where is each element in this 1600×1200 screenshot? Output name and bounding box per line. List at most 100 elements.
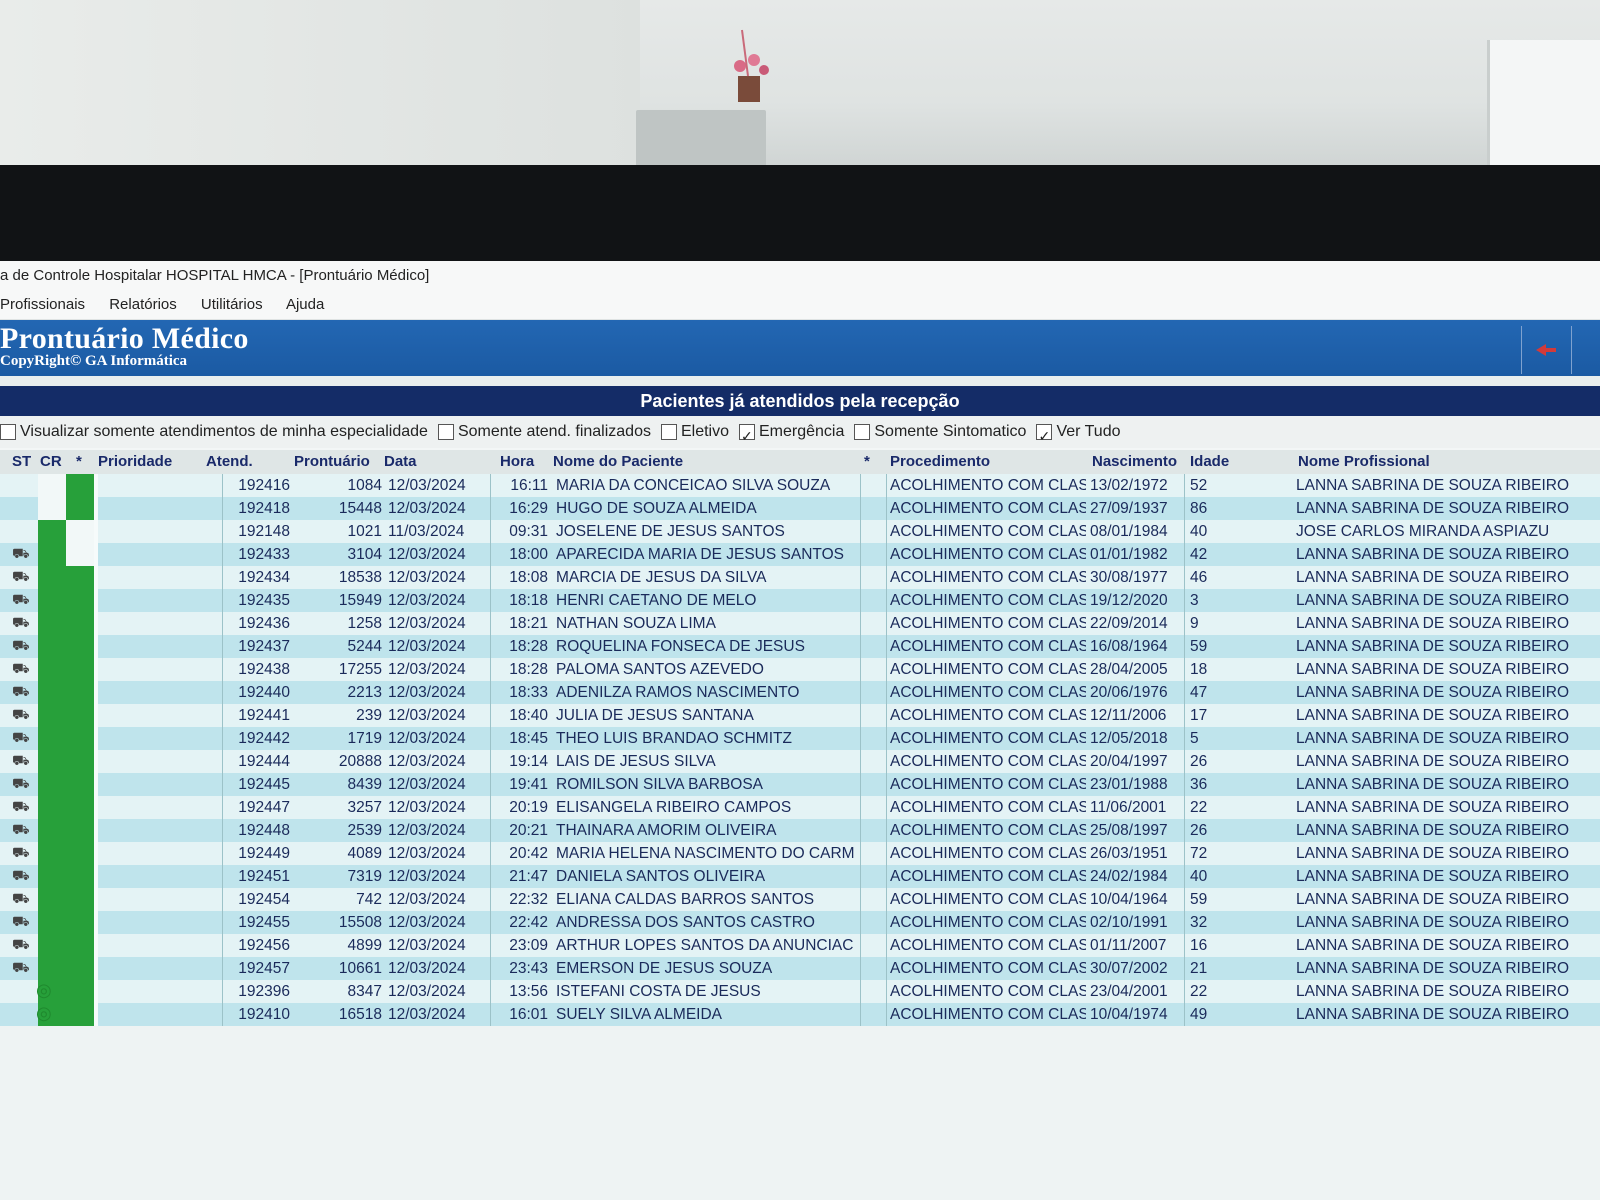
- table-row[interactable]: 192451 7319 12/03/2024 21:47 DANIELA SANTOS …: [0, 865, 1600, 888]
- cell-data: 12/03/2024: [388, 707, 466, 724]
- checkbox-checked[interactable]: [739, 420, 755, 452]
- cell-prontuario: 17255: [338, 661, 382, 678]
- table-row[interactable]: 192445 8439 12/03/2024 19:41 ROMILSON SILVA …: [0, 773, 1600, 796]
- cell-atend: 192418: [238, 500, 290, 517]
- grid-empty-area: [0, 1026, 1600, 1200]
- cell-data: 11/03/2024: [388, 523, 465, 540]
- cell-prontuario: 18538: [338, 569, 382, 586]
- cell-idade: 16: [1190, 937, 1208, 954]
- col-st[interactable]: ST: [12, 453, 31, 470]
- col-data[interactable]: Data: [384, 453, 417, 470]
- table-row[interactable]: 192396 8347 12/03/2024 13:56 ISTEFANI COSTA …: [0, 980, 1600, 1003]
- col-prontuario[interactable]: Prontuário: [294, 453, 370, 470]
- cell-procedimento: ACOLHIMENTO COM CLAS: [890, 776, 1086, 793]
- checkbox-checked[interactable]: [1036, 420, 1053, 452]
- cell-atend: 192435: [238, 592, 290, 609]
- cell-profissional: LANNA SABRINA DE SOUZA RIBEIRO: [1296, 615, 1570, 632]
- table-row[interactable]: 192448 2539 12/03/2024 20:21 THAINARA AMORIM…: [0, 819, 1600, 842]
- cell-nascimento: 01/11/2007: [1090, 937, 1167, 954]
- cell-procedimento: ACOLHIMENTO COM CLAS: [890, 960, 1086, 977]
- toolbar-button[interactable]: [1571, 326, 1600, 374]
- table-row[interactable]: 192442 1719 12/03/2024 18:45 THEO LUIS BRAND…: [0, 727, 1600, 750]
- filter-emergencia[interactable]: Emergência: [739, 416, 844, 452]
- cell-data: 12/03/2024: [388, 592, 466, 609]
- cell-atend: 192444: [238, 753, 290, 770]
- cell-nascimento: 30/08/1977: [1090, 569, 1168, 586]
- circle-status-icon: ◎: [36, 980, 52, 1000]
- menu-profissionais[interactable]: Profissionais: [0, 296, 85, 313]
- cell-hora: 19:41: [509, 776, 548, 793]
- cell-nome: MARIA HELENA NASCIMENTO DO CARM: [556, 845, 855, 862]
- col-star[interactable]: *: [76, 453, 82, 470]
- col-prioridade[interactable]: Prioridade: [98, 453, 172, 470]
- col-profissional[interactable]: Nome Profissional: [1298, 453, 1430, 470]
- cell-hora: 22:42: [509, 914, 548, 931]
- table-row[interactable]: 192456 4899 12/03/2024 23:09 ARTHUR LOPES SA…: [0, 934, 1600, 957]
- header-banner: Prontuário Médico CopyRight© GA Informát…: [0, 320, 1600, 376]
- table-row[interactable]: 192437 5244 12/03/2024 18:28 ROQUELINA FONSE…: [0, 635, 1600, 658]
- filter-ver-tudo[interactable]: Ver Tudo: [1036, 416, 1121, 452]
- table-row[interactable]: 192438 17255 12/03/2024 18:28 PALOMA SANTOS …: [0, 658, 1600, 681]
- table-row[interactable]: 192444 20888 12/03/2024 19:14 LAIS DE JESUS …: [0, 750, 1600, 773]
- col-nome[interactable]: Nome do Paciente: [553, 453, 683, 470]
- exit-button[interactable]: [1521, 326, 1570, 374]
- table-row[interactable]: 192433 3104 12/03/2024 18:00 APARECIDA MARIA…: [0, 543, 1600, 566]
- col-procedimento[interactable]: Procedimento: [890, 453, 990, 470]
- table-row[interactable]: 192436 1258 12/03/2024 18:21 NATHAN SOUZA LI…: [0, 612, 1600, 635]
- table-row[interactable]: 192455 15508 12/03/2024 22:42 ANDRESSA DOS S…: [0, 911, 1600, 934]
- table-row[interactable]: 192410 16518 12/03/2024 16:01 SUELY SILVA AL…: [0, 1003, 1600, 1026]
- filter-eletivo[interactable]: Eletivo: [660, 416, 729, 448]
- cell-nome: JOSELENE DE JESUS SANTOS: [556, 523, 785, 540]
- cell-idade: 40: [1190, 868, 1208, 885]
- table-row[interactable]: 192416 1084 12/03/2024 16:11 MARIA DA CONCEI…: [0, 474, 1600, 497]
- cell-nascimento: 20/06/1976: [1090, 684, 1168, 701]
- cell-nascimento: 26/03/1951: [1090, 845, 1168, 862]
- table-row[interactable]: 192434 18538 12/03/2024 18:08 MARCIA DE JESU…: [0, 566, 1600, 589]
- col-idade[interactable]: Idade: [1190, 453, 1229, 470]
- cell-procedimento: ACOLHIMENTO COM CLAS: [890, 615, 1086, 632]
- menu-relatorios[interactable]: Relatórios: [109, 296, 177, 313]
- cell-prontuario: 8347: [347, 983, 382, 1000]
- col-atend[interactable]: Atend.: [206, 453, 253, 470]
- table-row[interactable]: 192454 742 12/03/2024 22:32 ELIANA CALDAS BA…: [0, 888, 1600, 911]
- filter-sintomatico[interactable]: Somente Sintomatico: [854, 416, 1026, 448]
- col-hora[interactable]: Hora: [500, 453, 534, 470]
- cell-profissional: LANNA SABRINA DE SOUZA RIBEIRO: [1296, 799, 1570, 816]
- col-cr[interactable]: CR: [40, 453, 62, 470]
- filter-finalizados[interactable]: Somente atend. finalizados: [437, 416, 651, 448]
- cell-data: 12/03/2024: [388, 983, 466, 1000]
- table-row[interactable]: 192418 15448 12/03/2024 16:29 HUGO DE SOUZA …: [0, 497, 1600, 520]
- table-row[interactable]: 192457 10661 12/03/2024 23:43 EMERSON DE JES…: [0, 957, 1600, 980]
- cell-hora: 20:21: [509, 822, 548, 839]
- ambulance-icon: ⛟: [12, 729, 30, 745]
- cell-atend: 192457: [238, 960, 290, 977]
- cell-nome: NATHAN SOUZA LIMA: [556, 615, 716, 632]
- col-star2[interactable]: *: [864, 453, 870, 470]
- table-row[interactable]: 192441 239 12/03/2024 18:40 JULIA DE JESUS S…: [0, 704, 1600, 727]
- filter-minha-especialidade[interactable]: Visualizar somente atendimentos de minha…: [0, 416, 428, 448]
- cell-nascimento: 02/10/1991: [1090, 914, 1168, 931]
- checkbox[interactable]: [854, 424, 871, 440]
- cell-procedimento: ACOLHIMENTO COM CLAS: [890, 569, 1086, 586]
- menu-utilitarios[interactable]: Utilitários: [201, 296, 263, 313]
- cell-nascimento: 28/04/2005: [1090, 661, 1168, 678]
- checkbox[interactable]: [437, 424, 454, 440]
- checkbox[interactable]: [660, 424, 677, 440]
- cell-atend: 192416: [238, 477, 290, 494]
- table-row[interactable]: 192447 3257 12/03/2024 20:19 ELISANGELA RIBE…: [0, 796, 1600, 819]
- cell-idade: 86: [1190, 500, 1208, 517]
- cell-atend: 192454: [238, 891, 290, 908]
- cell-profissional: LANNA SABRINA DE SOUZA RIBEIRO: [1296, 661, 1570, 678]
- menu-ajuda[interactable]: Ajuda: [286, 296, 324, 313]
- table-row[interactable]: 192440 2213 12/03/2024 18:33 ADENILZA RAMOS …: [0, 681, 1600, 704]
- col-nascimento[interactable]: Nascimento: [1092, 453, 1177, 470]
- table-row[interactable]: 192435 15949 12/03/2024 18:18 HENRI CAETANO …: [0, 589, 1600, 612]
- checkbox[interactable]: [0, 424, 16, 440]
- cell-hora: 16:01: [509, 1006, 548, 1023]
- window-title: a de Controle Hospitalar HOSPITAL HMCA -…: [0, 261, 1600, 291]
- ambulance-icon: ⛟: [12, 614, 30, 630]
- table-row[interactable]: 192449 4089 12/03/2024 20:42 MARIA HELENA NA…: [0, 842, 1600, 865]
- cell-idade: 47: [1190, 684, 1208, 701]
- table-row[interactable]: 192148 1021 11/03/2024 09:31 JOSELENE DE JES…: [0, 520, 1600, 543]
- cell-hora: 21:47: [509, 868, 548, 885]
